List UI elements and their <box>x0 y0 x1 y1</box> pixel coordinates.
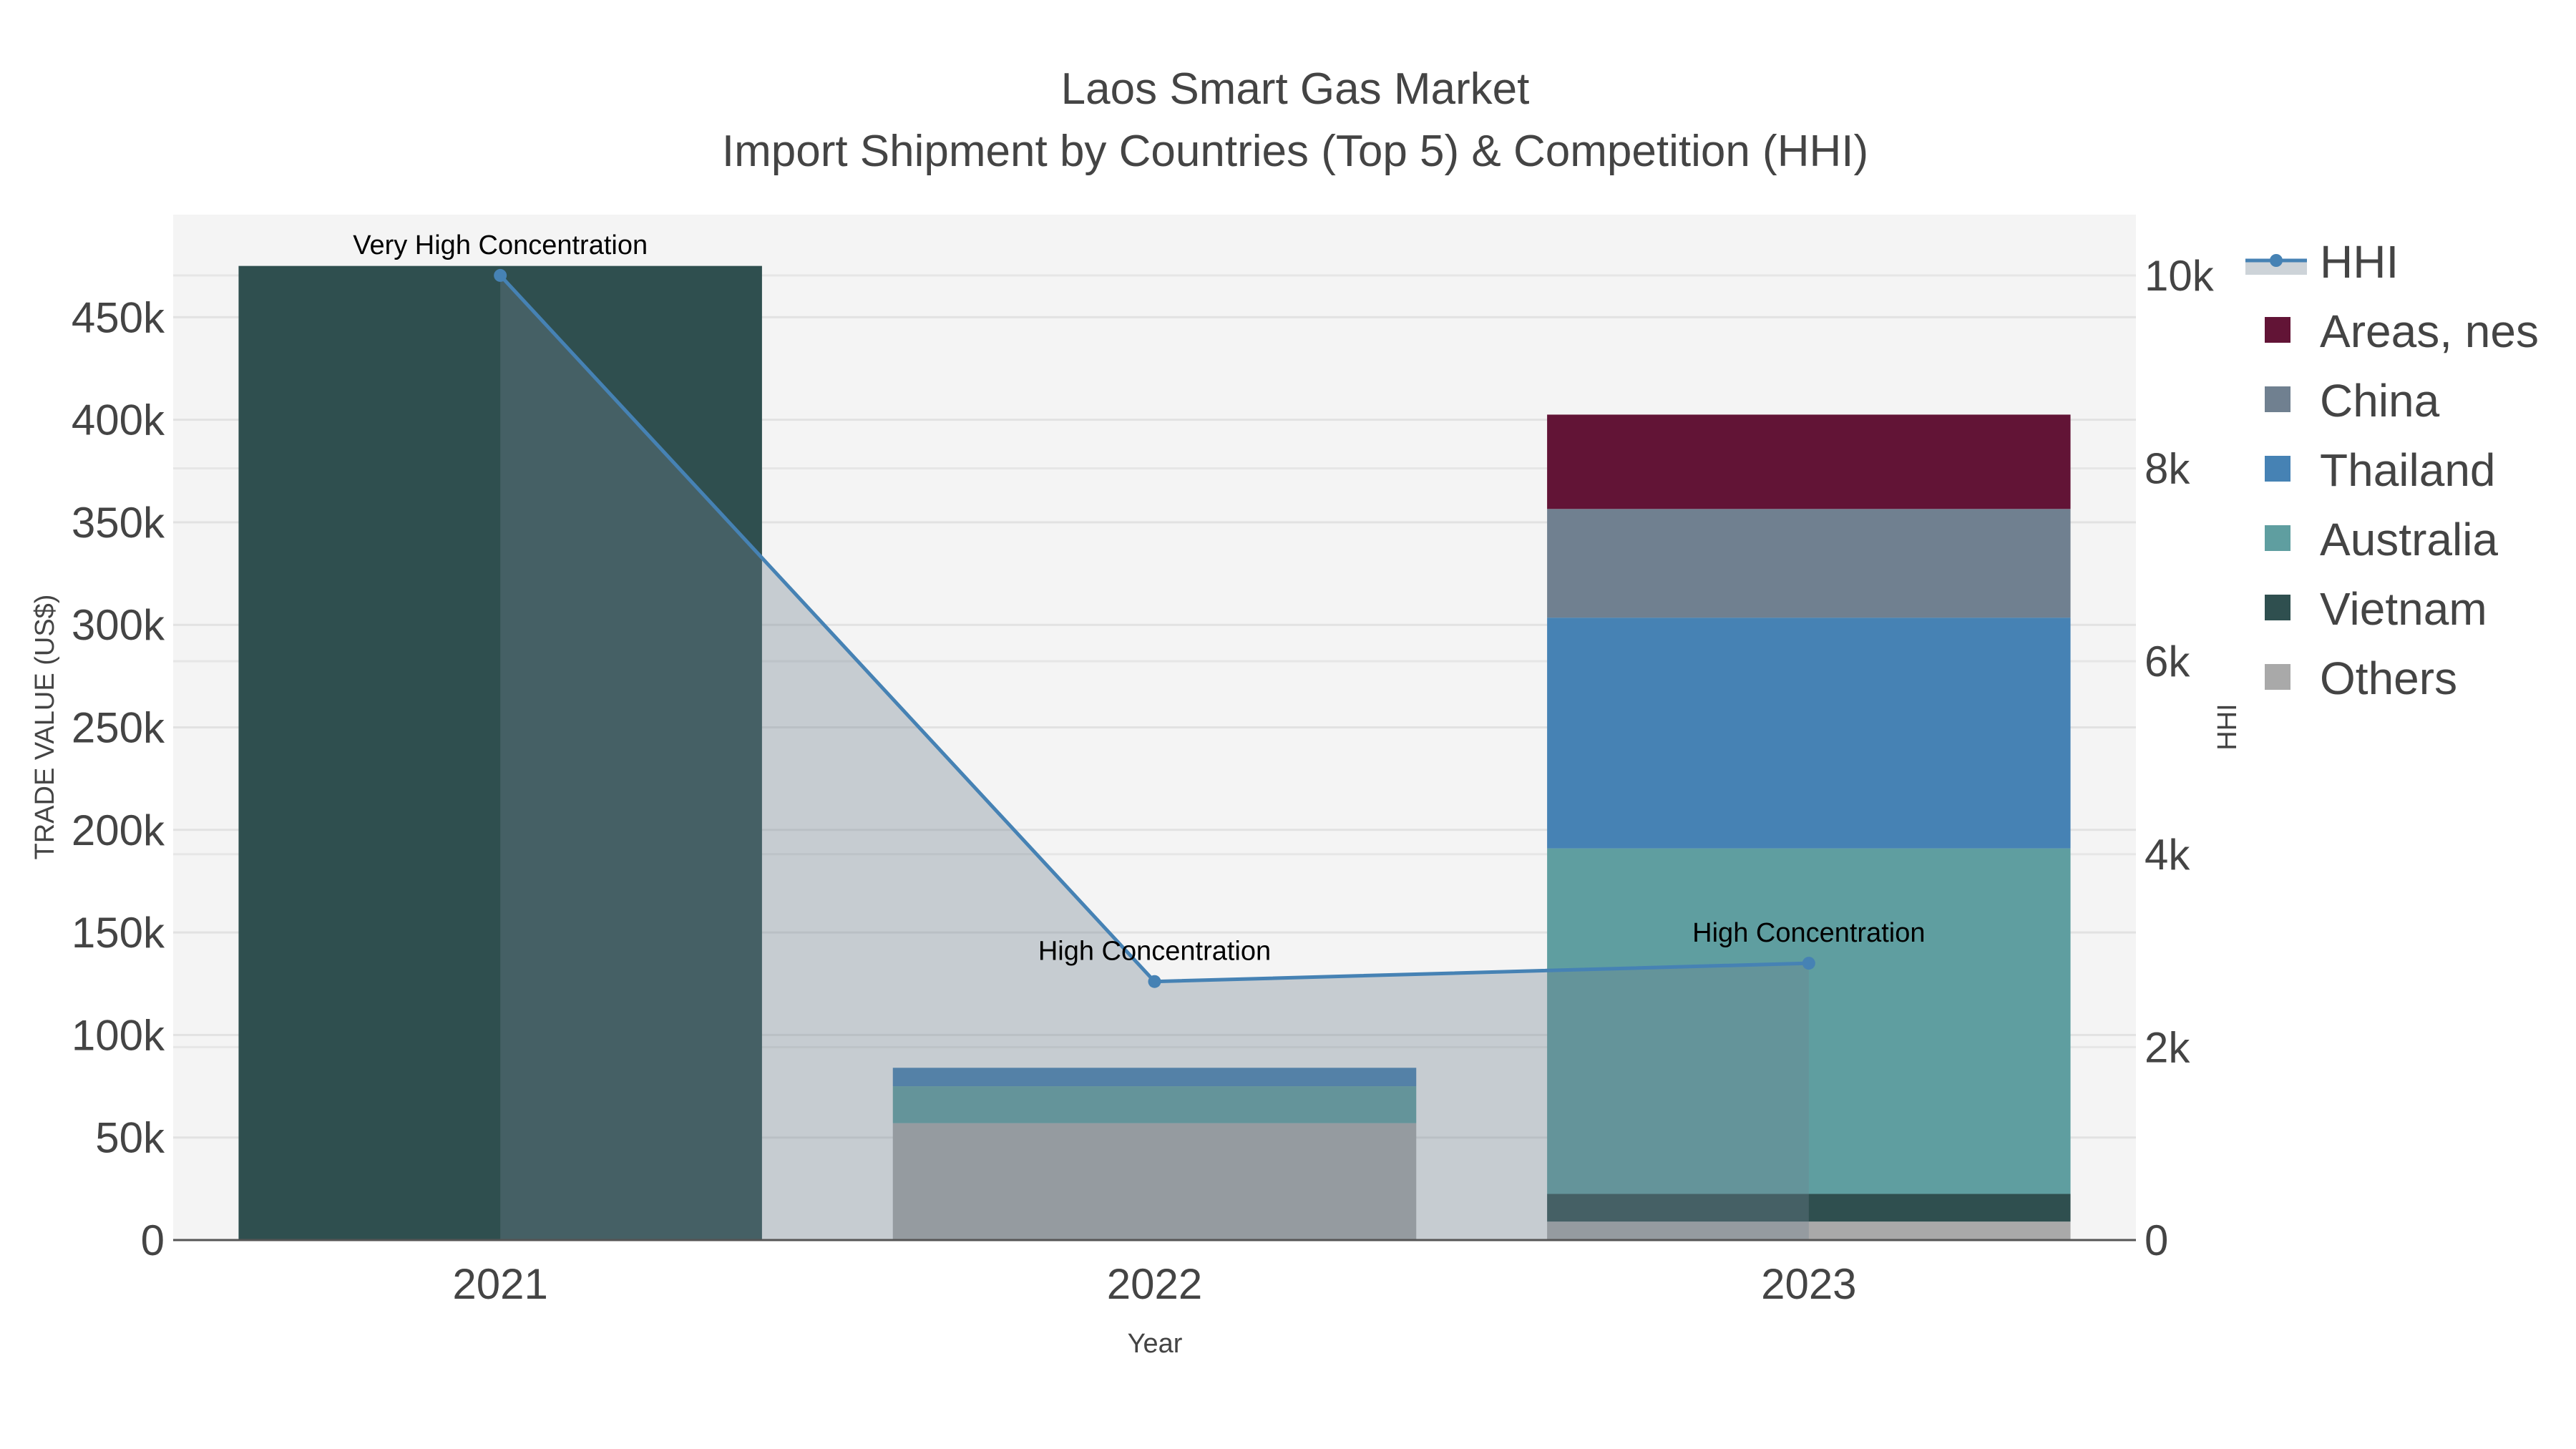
legend-swatch <box>2265 595 2290 620</box>
x-axis-title: Year <box>1128 1329 1183 1359</box>
y2-axis-title: HHI <box>2212 703 2243 750</box>
hhi-annotation: Very High Concentration <box>353 230 648 260</box>
y2-tick-label: 8k <box>2145 445 2190 493</box>
legend-swatch <box>2265 525 2290 551</box>
y-tick-label: 300k <box>72 601 165 649</box>
legend-label: Thailand <box>2320 444 2496 496</box>
y2-tick-label: 6k <box>2145 638 2190 686</box>
y-tick-label: 100k <box>72 1011 165 1059</box>
bar-china-2023 <box>1547 509 2071 618</box>
chart-title: Laos Smart Gas Market <box>1061 64 1530 114</box>
y-tick-label: 0 <box>141 1216 165 1264</box>
y2-tick-label: 10k <box>2145 252 2215 300</box>
legend-label: China <box>2320 375 2440 426</box>
legend-label: HHI <box>2320 236 2399 288</box>
y-axis-title: TRADE VALUE (US$) <box>30 595 60 860</box>
y-tick-label: 200k <box>72 806 165 854</box>
y-tick-label: 350k <box>72 499 165 547</box>
hhi-point <box>494 268 507 282</box>
y-tick-label: 250k <box>72 704 165 752</box>
bar-thailand-2023 <box>1547 618 2071 849</box>
x-tick-label: 2022 <box>1107 1260 1202 1308</box>
hhi-point <box>1148 975 1161 988</box>
y2-tick-label: 2k <box>2145 1023 2190 1071</box>
legend-swatch <box>2265 456 2290 482</box>
y-tick-label: 400k <box>72 396 165 444</box>
legend: HHI Areas, nes China Thailand Australia Vietn… <box>2245 236 2539 704</box>
chart: Very High Concentration High Concentratio… <box>30 64 2539 1359</box>
y2-tick-label: 4k <box>2145 831 2190 879</box>
legend-swatch-hhi-marker <box>2270 254 2283 267</box>
x-tick-label: 2023 <box>1761 1260 1856 1308</box>
legend-label: Australia <box>2320 514 2498 565</box>
legend-label: Others <box>2320 653 2457 704</box>
x-tick-label: 2021 <box>452 1260 547 1308</box>
y-tick-label: 450k <box>72 293 165 341</box>
hhi-annotation: High Concentration <box>1692 918 1925 948</box>
legend-label: Areas, nes <box>2320 306 2539 357</box>
y-tick-label: 150k <box>72 909 165 957</box>
y2-tick-label: 0 <box>2145 1216 2168 1264</box>
bar-areas-nes-2023 <box>1547 414 2071 509</box>
legend-swatch <box>2265 317 2290 343</box>
legend-swatch <box>2265 386 2290 412</box>
legend-label: Vietnam <box>2320 583 2487 635</box>
hhi-point <box>1802 957 1815 970</box>
legend-swatch <box>2265 664 2290 690</box>
chart-subtitle: Import Shipment by Countries (Top 5) & C… <box>722 127 1868 176</box>
y-tick-label: 50k <box>95 1114 165 1162</box>
hhi-annotation: High Concentration <box>1038 937 1271 967</box>
